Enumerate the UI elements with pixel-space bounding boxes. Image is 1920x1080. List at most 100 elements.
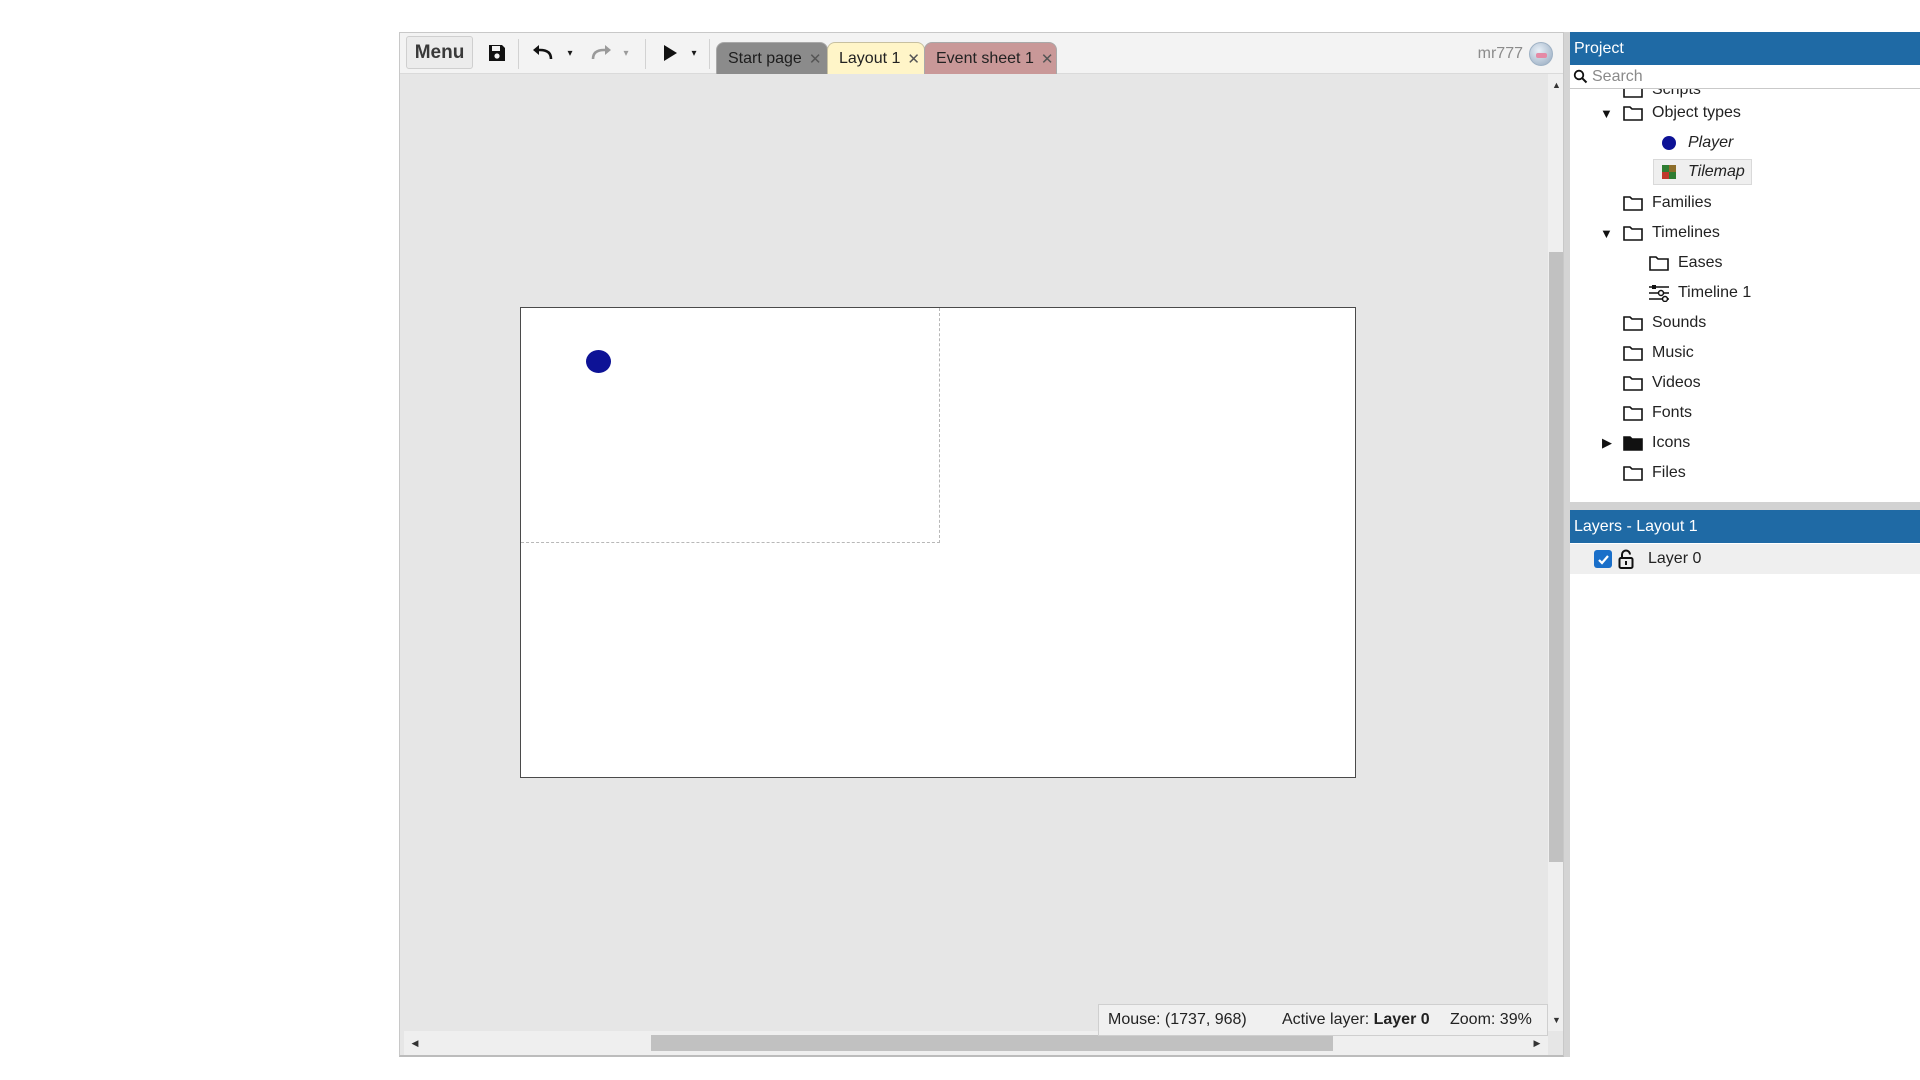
active-layer-value: Layer 0 <box>1373 1011 1430 1028</box>
tree-item-label: Timeline 1 <box>1678 284 1752 301</box>
preview-button[interactable] <box>656 40 684 66</box>
tree-item-timelines[interactable]: ▼ Timelines <box>1600 220 1720 246</box>
tab-event-sheet-1[interactable]: Event sheet 1 ✕ <box>924 42 1057 74</box>
app-window: Menu ▾ ▾ ▾ Start page ✕ Layout 1 ✕ Event… <box>0 0 1920 1080</box>
search-icon <box>1573 69 1588 84</box>
tree-item-eases[interactable]: Eases <box>1648 250 1722 276</box>
tab-label: Start page <box>728 49 802 67</box>
collapsed-arrow-icon[interactable]: ▶ <box>1602 435 1616 451</box>
tab-start-page[interactable]: Start page ✕ <box>716 42 828 74</box>
project-panel-scrollbar[interactable] <box>1570 502 1920 510</box>
folder-icon <box>1622 373 1644 393</box>
folder-icon <box>1622 193 1644 213</box>
username: mr777 <box>1477 45 1523 62</box>
viewport-bounds <box>521 308 940 543</box>
undo-dropdown[interactable]: ▾ <box>563 43 577 63</box>
close-icon[interactable]: ✕ <box>1041 50 1054 68</box>
redo-icon <box>591 45 611 60</box>
toolbar-separator <box>709 39 710 69</box>
scroll-left-arrow-icon[interactable]: ◀ <box>404 1031 426 1055</box>
redo-button[interactable] <box>586 40 616 66</box>
layer-visible-checkbox[interactable] <box>1594 550 1612 568</box>
close-icon[interactable]: ✕ <box>809 50 822 68</box>
search-placeholder: Search <box>1592 67 1643 85</box>
main-toolbar: Menu ▾ ▾ ▾ Start page ✕ Layout 1 ✕ Event… <box>400 33 1563 74</box>
tree-item-families[interactable]: Families <box>1622 190 1712 216</box>
tree-item-label: Player <box>1688 134 1734 151</box>
folder-icon <box>1622 403 1644 423</box>
project-search-input[interactable]: Search <box>1570 65 1920 89</box>
tree-item-label: Families <box>1652 194 1712 211</box>
layout-editor: Menu ▾ ▾ ▾ Start page ✕ Layout 1 ✕ Event… <box>399 32 1564 1057</box>
tree-item-label: Files <box>1652 464 1686 481</box>
tree-item-tilemap[interactable]: Tilemap <box>1653 159 1752 185</box>
tab-label: Event sheet 1 <box>936 49 1034 67</box>
sprite-dot-icon <box>1658 133 1680 153</box>
save-button[interactable] <box>484 40 510 66</box>
vertical-scrollbar[interactable]: ▲ ▼ <box>1548 74 1563 1031</box>
scroll-down-arrow-icon[interactable]: ▼ <box>1548 1009 1563 1031</box>
tree-item-label: Fonts <box>1652 404 1693 421</box>
tree-item-label: Icons <box>1652 434 1691 451</box>
tab-layout-1[interactable]: Layout 1 ✕ <box>827 42 925 74</box>
project-panel: Project Search Scripts ▼ Object types Pl… <box>1570 32 1920 510</box>
undo-button[interactable] <box>528 40 558 66</box>
menu-button[interactable]: Menu <box>406 36 473 69</box>
tree-item-label: Object types <box>1652 104 1741 121</box>
tab-label: Layout 1 <box>839 49 901 67</box>
vertical-scroll-thumb[interactable] <box>1549 252 1563 862</box>
folder-icon <box>1622 343 1644 363</box>
tree-item-label: Videos <box>1652 374 1701 391</box>
folder-icon <box>1622 223 1644 243</box>
scroll-up-arrow-icon[interactable]: ▲ <box>1548 74 1563 96</box>
horizontal-scroll-thumb[interactable] <box>651 1035 1333 1051</box>
tree-item-label: Tilemap <box>1688 163 1745 180</box>
toolbar-separator <box>518 39 519 69</box>
tree-item-label: Eases <box>1678 254 1723 271</box>
mouse-position: Mouse: (1737, 968) <box>1108 1011 1247 1028</box>
layers-panel: Layers - Layout 1 Layer 0 <box>1570 510 1920 1057</box>
close-icon[interactable]: ✕ <box>907 50 920 68</box>
project-panel-title: Project <box>1570 32 1920 65</box>
tree-item-files[interactable]: Files <box>1622 460 1686 486</box>
folder-icon <box>1622 89 1644 100</box>
tree-item-music[interactable]: Music <box>1622 340 1694 366</box>
expanded-arrow-icon[interactable]: ▼ <box>1600 226 1614 241</box>
checkmark-icon <box>1597 554 1609 565</box>
timeline-icon <box>1648 283 1670 303</box>
folder-icon <box>1648 253 1670 273</box>
tree-item-sounds[interactable]: Sounds <box>1622 310 1706 336</box>
toolbar-separator <box>645 39 646 69</box>
avatar[interactable] <box>1529 42 1553 66</box>
expanded-arrow-icon[interactable]: ▼ <box>1600 106 1614 121</box>
player-instance[interactable] <box>586 350 611 373</box>
tree-item-fonts[interactable]: Fonts <box>1622 400 1692 426</box>
layout-canvas[interactable] <box>520 307 1356 778</box>
layout-viewport[interactable] <box>404 74 1548 1031</box>
user-account[interactable]: mr777 <box>1478 41 1553 67</box>
active-layer-status: Active layer: Layer 0 <box>1282 1011 1450 1029</box>
folder-filled-icon <box>1622 433 1644 453</box>
folder-icon <box>1622 463 1644 483</box>
play-icon <box>664 45 677 61</box>
layers-panel-title: Layers - Layout 1 <box>1570 510 1920 543</box>
tree-item-object-types[interactable]: ▼ Object types <box>1600 100 1741 126</box>
zoom-level: Zoom: 39% <box>1450 1011 1532 1028</box>
redo-dropdown[interactable]: ▾ <box>619 43 633 63</box>
active-layer-label: Active layer: <box>1282 1011 1370 1028</box>
project-tree: Scripts ▼ Object types Player Tilemap Fa… <box>1570 89 1920 489</box>
tree-item-label: Sounds <box>1652 314 1707 331</box>
tilemap-icon <box>1658 162 1680 182</box>
tree-item-timeline-1[interactable]: Timeline 1 <box>1648 280 1751 306</box>
unlock-icon[interactable] <box>1618 549 1634 569</box>
status-bar: Mouse: (1737, 968) Active layer: Layer 0… <box>1098 1004 1548 1036</box>
tree-item-icons[interactable]: ▶ Icons <box>1600 430 1690 456</box>
tree-item-videos[interactable]: Videos <box>1622 370 1701 396</box>
preview-dropdown[interactable]: ▾ <box>687 43 701 63</box>
tree-item-label: Music <box>1652 344 1694 361</box>
layer-name: Layer 0 <box>1648 550 1702 567</box>
layer-row[interactable]: Layer 0 <box>1570 544 1920 574</box>
tree-item-player[interactable]: Player <box>1658 130 1733 156</box>
save-icon <box>489 45 505 61</box>
tree-item-label: Scripts <box>1652 89 1701 98</box>
